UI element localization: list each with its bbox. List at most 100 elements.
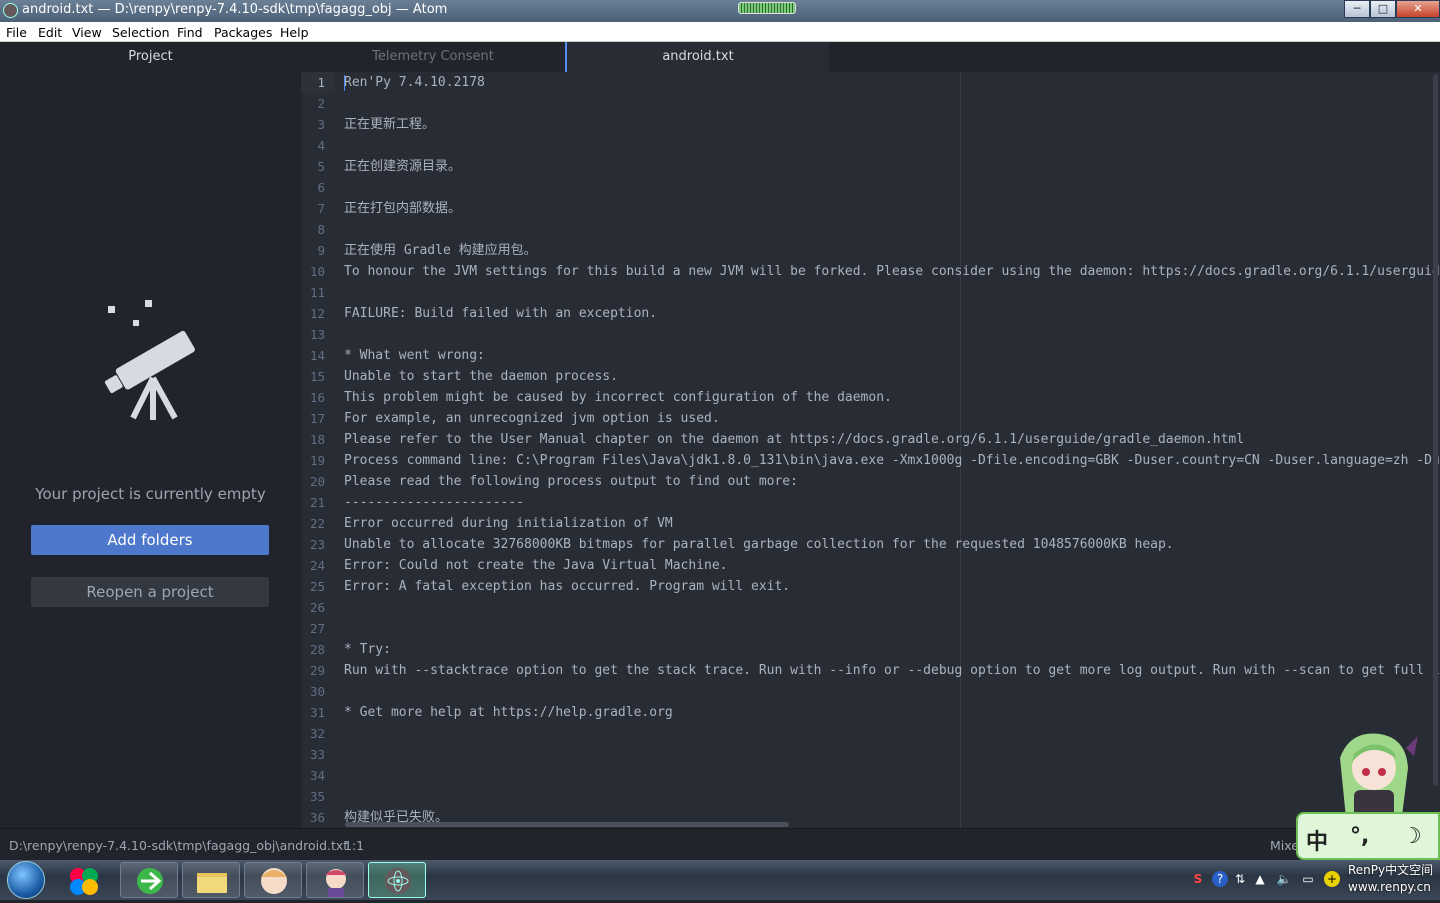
line-number: 1	[317, 75, 325, 90]
taskbar-file-explorer[interactable]	[182, 862, 240, 898]
code-line[interactable]: Please read the following process output…	[344, 471, 798, 492]
status-bar: D:\renpy\renpy-7.4.10-sdk\tmp\fagagg_obj…	[0, 828, 1440, 860]
project-sidebar	[0, 72, 301, 828]
taskbar-app-anime[interactable]	[244, 862, 302, 898]
code-line[interactable]: To honour the JVM settings for this buil…	[344, 261, 1440, 282]
line-number: 7	[317, 201, 325, 216]
code-line[interactable]: * What went wrong:	[344, 345, 485, 366]
code-line[interactable]: Unable to start the daemon process.	[344, 366, 618, 387]
code-line[interactable]: Error: Could not create the Java Virtual…	[344, 555, 728, 576]
line-number: 5	[317, 159, 325, 174]
line-number: 21	[309, 495, 325, 510]
folder-icon	[197, 873, 227, 893]
ime-moon-icon[interactable]: ☽	[1402, 824, 1422, 849]
code-line[interactable]: 正在使用 Gradle 构建应用包。	[344, 240, 537, 261]
tab-project[interactable]: Project	[0, 42, 301, 72]
tab-bar: Project Telemetry Consent android.txt	[0, 42, 1440, 72]
line-number: 3	[317, 117, 325, 132]
tray-expand-icon[interactable]: ▲	[1252, 871, 1268, 887]
code-line[interactable]: FAILURE: Build failed with an exception.	[344, 303, 657, 324]
code-line[interactable]: Process command line: C:\Program Files\J…	[344, 450, 1440, 471]
menu-help[interactable]: Help	[280, 25, 309, 40]
menu-selection[interactable]: Selection	[112, 25, 170, 40]
watermark-line1: RenPy中文空间	[1348, 863, 1434, 877]
code-line[interactable]: Error: A fatal exception has occurred. P…	[344, 576, 790, 597]
ime-language-toggle[interactable]: 中	[1306, 824, 1328, 856]
taskbar-app-launcher[interactable]	[56, 862, 114, 898]
line-number: 2	[317, 96, 325, 111]
code-line[interactable]: Error occurred during initialization of …	[344, 513, 673, 534]
line-number: 16	[309, 390, 325, 405]
network-icon[interactable]: ⇅	[1232, 871, 1248, 887]
code-line[interactable]: * Try:	[344, 639, 391, 660]
line-number: 18	[309, 432, 325, 447]
code-line[interactable]: For example, an unrecognized jvm option …	[344, 408, 720, 429]
status-file-path[interactable]: D:\renpy\renpy-7.4.10-sdk\tmp\fagagg_obj…	[9, 838, 348, 853]
code-line[interactable]: Please refer to the User Manual chapter …	[344, 429, 1244, 450]
tab-telemetry-consent[interactable]: Telemetry Consent	[301, 42, 565, 72]
taskbar-browser[interactable]	[120, 862, 178, 898]
line-number: 22	[309, 516, 325, 531]
code-line[interactable]: Run with --stacktrace option to get the …	[344, 660, 1440, 681]
display-icon[interactable]: ▭	[1300, 871, 1316, 887]
code-line[interactable]: Ren'Py 7.4.10.2178	[344, 72, 485, 93]
start-button[interactable]	[7, 861, 45, 899]
volume-icon[interactable]: 🔈	[1276, 871, 1292, 887]
add-folders-button[interactable]: Add folders	[31, 525, 269, 555]
character-icon	[325, 869, 347, 897]
line-number: 24	[309, 558, 325, 573]
windows-taskbar: S ? ⇅ ▲ 🔈 ▭ +	[0, 860, 1440, 900]
code-area[interactable]: Ren'Py 7.4.10.2178 正在更新工程。正在创建资源目录。 正在打包内部…	[344, 72, 1440, 828]
empty-project-message: Your project is currently empty	[35, 485, 266, 503]
mascot-character-image	[1340, 733, 1418, 820]
tab-android-txt[interactable]: android.txt	[565, 42, 829, 72]
window-titlebar[interactable]: android.txt — D:\renpy\renpy-7.4.10-sdk\…	[0, 0, 1440, 22]
text-editor[interactable]: 1 2 3 4 5 6 7 8 9 10 11 12 13 14 15 16 17 18 19 20 21 22 23 24 2…	[301, 72, 1440, 828]
minimize-button[interactable]: ─	[1344, 0, 1370, 18]
taskbar-app-character[interactable]	[306, 862, 364, 898]
line-number: 23	[309, 537, 325, 552]
line-number: 4	[317, 138, 325, 153]
window-title: android.txt — D:\renpy\renpy-7.4.10-sdk\…	[22, 2, 448, 17]
taskbar-atom[interactable]	[368, 862, 426, 898]
code-line[interactable]: Unable to allocate 32768000KB bitmaps fo…	[344, 534, 1174, 555]
status-line-ending[interactable]: Mixe	[1270, 838, 1299, 853]
horizontal-scrollbar[interactable]	[345, 822, 789, 827]
maximize-button[interactable]: □	[1370, 0, 1396, 18]
vertical-scrollbar[interactable]	[1433, 74, 1438, 786]
line-number: 14	[309, 348, 325, 363]
menu-edit[interactable]: Edit	[38, 25, 62, 40]
menu-bar: File Edit View Selection Find Packages H…	[0, 22, 1440, 42]
line-number: 15	[309, 369, 325, 384]
taskbar-meter-widget	[738, 2, 796, 14]
security-icon[interactable]: +	[1324, 871, 1340, 887]
code-line[interactable]: -----------------------	[344, 492, 524, 513]
line-number: 9	[317, 243, 325, 258]
line-number: 26	[309, 600, 325, 615]
colorful-app-icon	[70, 868, 98, 895]
sogou-ime-icon[interactable]: S	[1190, 871, 1206, 887]
telescope-icon	[104, 300, 195, 420]
close-button[interactable]: ✕	[1396, 0, 1440, 18]
ime-punctuation-toggle[interactable]: °,	[1350, 824, 1369, 849]
menu-view[interactable]: View	[72, 25, 102, 40]
reopen-project-button[interactable]: Reopen a project	[31, 577, 269, 607]
ime-toolbar[interactable]: 中 °, ☽	[1296, 812, 1440, 860]
line-number: 30	[309, 684, 325, 699]
help-icon[interactable]: ?	[1212, 871, 1228, 887]
code-line[interactable]: This problem might be caused by incorrec…	[344, 387, 892, 408]
line-number: 25	[309, 579, 325, 594]
status-cursor-position[interactable]: 1:1	[344, 838, 364, 853]
line-number-gutter: 1 2 3 4 5 6 7 8 9 10 11 12 13 14 15 16 17 18 19 20 21 22 23 24 2…	[301, 72, 335, 828]
line-number: 27	[309, 621, 325, 636]
atom-icon	[385, 868, 411, 894]
code-line[interactable]: 正在创建资源目录。	[344, 156, 461, 177]
code-line[interactable]: * Get more help at https://help.gradle.o…	[344, 702, 673, 723]
menu-file[interactable]: File	[6, 25, 27, 40]
code-line[interactable]: 正在更新工程。	[344, 114, 435, 135]
line-number: 13	[309, 327, 325, 342]
line-number: 6	[317, 180, 325, 195]
code-line[interactable]: 正在打包内部数据。	[344, 198, 461, 219]
menu-packages[interactable]: Packages	[214, 25, 272, 40]
menu-find[interactable]: Find	[177, 25, 203, 40]
